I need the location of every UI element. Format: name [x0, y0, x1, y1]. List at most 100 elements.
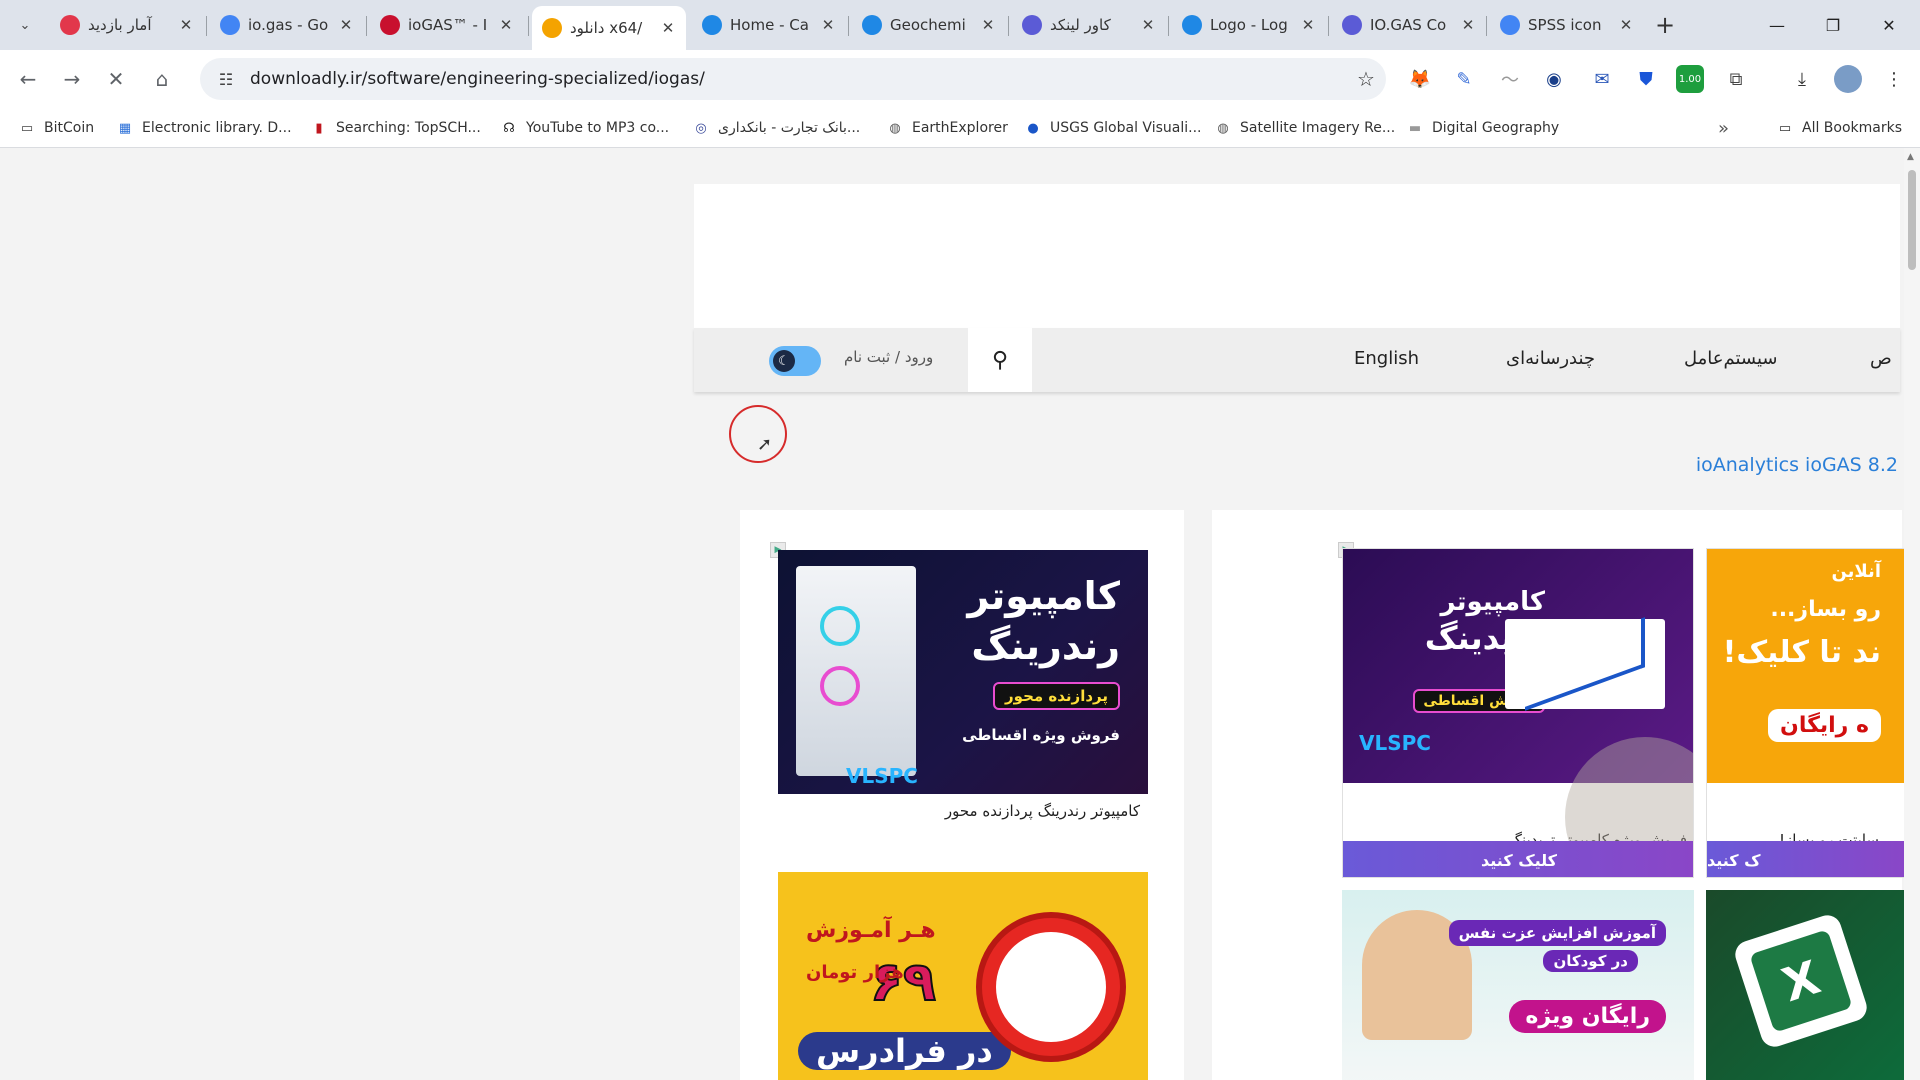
- bank-icon: ◎: [695, 120, 707, 136]
- tab-title: ioGAS™ - I: [408, 16, 488, 34]
- ad-child-confidence[interactable]: آموزش افزایش عزت نفس در کودکان رایگان وی…: [1342, 890, 1694, 1080]
- tab-close-icon[interactable]: ✕: [1618, 16, 1634, 34]
- stats-favicon-icon: [60, 15, 80, 35]
- site-info-icon[interactable]: ☷: [206, 70, 246, 89]
- extensions-puzzle-icon[interactable]: ⧉: [1722, 65, 1750, 93]
- ad-headline-2: رندرینگ: [971, 624, 1120, 668]
- bookmark-favicon-icon: [1342, 15, 1362, 35]
- ad-excel-course[interactable]: X: [1706, 890, 1906, 1080]
- bookmark-item[interactable]: ☊ YouTube to MP3 co...: [500, 116, 669, 140]
- tab-close-icon[interactable]: ✕: [498, 16, 514, 34]
- bookmark-label: USGS Global Visuali...: [1050, 120, 1202, 136]
- close-window-button[interactable]: ✕: [1866, 8, 1912, 42]
- ad-cta-button[interactable]: ک کنید: [1707, 841, 1905, 877]
- tab-separator: [206, 16, 207, 36]
- page-scrollbar[interactable]: ▲: [1904, 148, 1920, 1080]
- globe-icon: ◍: [889, 120, 901, 136]
- restore-button[interactable]: ❐: [1810, 8, 1856, 42]
- tab-close-icon[interactable]: ✕: [1460, 16, 1476, 34]
- all-bookmarks-label: All Bookmarks: [1802, 120, 1903, 136]
- new-tab-button[interactable]: +: [1650, 10, 1680, 40]
- bookmark-item[interactable]: ▬ Digital Geography: [1406, 116, 1559, 140]
- nav-english[interactable]: English: [1354, 348, 1419, 369]
- ad-faradars[interactable]: هـر آمـوزش ۶۹ هزار تومان در فرادرس: [778, 872, 1148, 1080]
- tab-close-icon[interactable]: ✕: [980, 16, 996, 34]
- bookmark-item[interactable]: ▮ Searching: TopSCH...: [310, 116, 481, 140]
- face-extension-icon[interactable]: ◉: [1540, 65, 1568, 93]
- tab-close-icon[interactable]: ✕: [1140, 16, 1156, 34]
- price-extension-icon[interactable]: 1.00: [1676, 65, 1704, 93]
- mail-extension-icon[interactable]: ✉: [1588, 65, 1616, 93]
- tab-close-icon[interactable]: ✕: [660, 19, 676, 37]
- profile-avatar[interactable]: [1834, 65, 1862, 93]
- site-search-button[interactable]: ⚲: [968, 328, 1032, 392]
- tab[interactable]: io.gas - Go ✕: [210, 8, 364, 42]
- bookmark-item[interactable]: ● USGS Global Visuali...: [1024, 116, 1201, 140]
- dark-mode-toggle[interactable]: ☾: [769, 346, 821, 376]
- tab-close-icon[interactable]: ✕: [338, 16, 354, 34]
- scroll-up-arrow-icon[interactable]: ▲: [1907, 152, 1914, 162]
- scroll-thumb[interactable]: [1908, 170, 1916, 270]
- tab-title: IO.GAS Co: [1370, 16, 1447, 34]
- tab-close-icon[interactable]: ✕: [820, 16, 836, 34]
- minimize-button[interactable]: —: [1754, 8, 1800, 42]
- tab-separator: [366, 16, 367, 36]
- address-bar[interactable]: ☷ downloadly.ir/software/engineering-spe…: [200, 58, 1386, 100]
- bookmark-label: Searching: TopSCH...: [336, 120, 481, 136]
- login-register-link[interactable]: ورود / ثبت نام: [844, 348, 933, 366]
- bookmark-label: YouTube to MP3 co...: [526, 120, 670, 136]
- tab[interactable]: کاور لینکد ✕: [1012, 8, 1166, 42]
- tab-title: Home - Ca: [730, 16, 809, 34]
- tab[interactable]: Logo - Log ✕: [1172, 8, 1326, 42]
- url-text[interactable]: downloadly.ir/software/engineering-speci…: [246, 69, 1346, 89]
- ad-caption-rendering[interactable]: کامپیوتر رندرینگ پردازنده محور: [945, 802, 1140, 820]
- bookmark-item[interactable]: ◍ Satellite Imagery Re...: [1214, 116, 1395, 140]
- tab-title: آمار بازدید: [88, 16, 152, 34]
- bookmark-label: EarthExplorer: [912, 120, 1008, 136]
- forward-button[interactable]: →: [56, 63, 88, 95]
- product-title[interactable]: ioAnalytics ioGAS 8.2: [1696, 454, 1898, 476]
- more-bookmarks-chevron-icon[interactable]: »: [1718, 116, 1729, 140]
- ad-trading-pc[interactable]: کامپیوتر تریدینگ فروش اقساطی VLSPC فروش …: [1342, 548, 1694, 878]
- bookmark-label: BitCoin: [44, 120, 95, 136]
- ad-rendering-pc[interactable]: کامپیوتر رندرینگ پردازنده محور فروش ویژه…: [778, 550, 1148, 794]
- tab[interactable]: SPSS icon ✕: [1490, 8, 1644, 42]
- tab[interactable]: Home - Ca ✕: [692, 8, 846, 42]
- search-icon: ⚲: [991, 347, 1009, 373]
- ad-website-builder[interactable]: آنلاین رو بساز... ند تا کلیک! ه رایگان س…: [1706, 548, 1906, 878]
- bookmark-item[interactable]: ▭ BitCoin: [18, 116, 94, 140]
- ad-cta-button[interactable]: کلیک کنید: [1343, 841, 1693, 877]
- signature-extension-icon[interactable]: 〜: [1496, 65, 1524, 93]
- tab-close-icon[interactable]: ✕: [178, 16, 194, 34]
- tab[interactable]: Geochemi ✕: [852, 8, 1006, 42]
- ad-faradars-line1: هـر آمـوزش: [806, 918, 936, 943]
- bookmark-item[interactable]: ◎ بانک تجارت - بانکداری...: [692, 116, 860, 140]
- nav-multimedia[interactable]: چندرسانه‌ای: [1506, 348, 1595, 369]
- nav-item-truncated[interactable]: ص: [1870, 348, 1892, 369]
- bookmark-item[interactable]: ◍ EarthExplorer: [886, 116, 1008, 140]
- all-bookmarks-button[interactable]: ▭ All Bookmarks: [1776, 116, 1902, 140]
- topsch-icon: ▮: [315, 120, 323, 136]
- tab-title: کاور لینکد: [1050, 16, 1111, 34]
- shield-extension-icon[interactable]: ⛊: [1632, 65, 1660, 93]
- tab-title: io.gas - Go: [248, 16, 329, 34]
- download-icon[interactable]: ⤓: [1788, 65, 1816, 93]
- stop-loading-button[interactable]: ✕: [100, 63, 132, 95]
- alarm-clock-icon: [976, 912, 1126, 1062]
- home-button[interactable]: ⌂: [146, 63, 178, 95]
- metamask-extension-icon[interactable]: 🦊: [1406, 65, 1434, 93]
- tab[interactable]: IO.GAS Co ✕: [1332, 8, 1486, 42]
- menu-kebab-icon[interactable]: ⋮: [1880, 65, 1908, 93]
- tab[interactable]: دانلود x64/ ✕: [532, 6, 686, 50]
- translate-extension-icon[interactable]: ✎: [1450, 65, 1478, 93]
- bookmark-star-icon[interactable]: ☆: [1346, 67, 1386, 91]
- downloadly-favicon-icon: [542, 18, 562, 38]
- tab[interactable]: ioGAS™ - I ✕: [370, 8, 524, 42]
- tab[interactable]: آمار بازدید ✕: [50, 8, 204, 42]
- back-button[interactable]: ←: [12, 63, 44, 95]
- tab-close-icon[interactable]: ✕: [1300, 16, 1316, 34]
- nav-operating-system[interactable]: سیستم‌عامل: [1684, 348, 1777, 369]
- excel-logo-icon: X: [1731, 911, 1871, 1051]
- tab-search-button[interactable]: ⌄: [10, 12, 40, 38]
- bookmark-item[interactable]: ▦ Electronic library. D...: [116, 116, 292, 140]
